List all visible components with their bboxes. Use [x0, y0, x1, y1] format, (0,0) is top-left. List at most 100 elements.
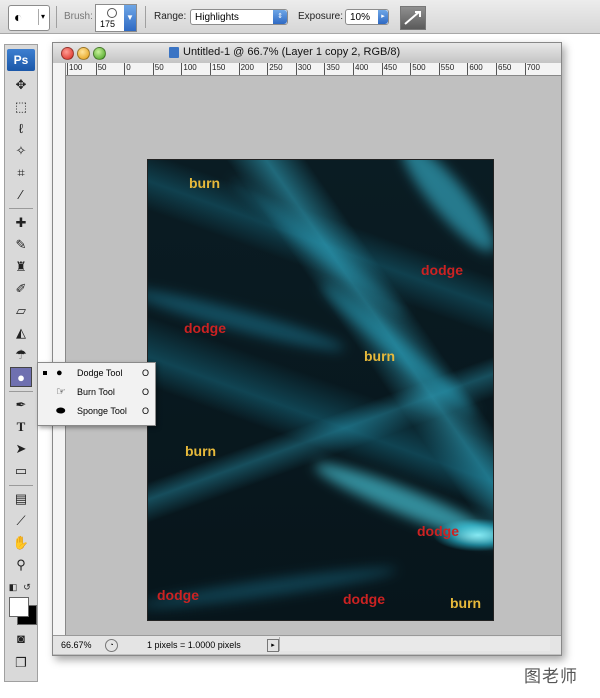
- type-tool-icon[interactable]: T: [10, 417, 32, 437]
- image-canvas[interactable]: burn dodge dodge burn burn dodge dodge d…: [147, 159, 494, 621]
- notes-tool-icon[interactable]: ▤: [10, 489, 32, 509]
- ruler-label: 100: [69, 63, 83, 72]
- move-tool-icon[interactable]: ✥: [10, 75, 32, 95]
- ruler-tick: [238, 63, 240, 75]
- foreground-color-swatch[interactable]: [9, 597, 29, 617]
- healing-brush-tool-icon[interactable]: ✚: [10, 213, 32, 233]
- range-label: Range:: [154, 11, 187, 22]
- flyout-item-sponge[interactable]: ⬬ Sponge Tool O: [38, 402, 155, 420]
- close-button[interactable]: [61, 47, 74, 60]
- exposure-value: 10%: [350, 12, 371, 23]
- eraser-tool-icon[interactable]: ▱: [10, 301, 32, 321]
- divider: [9, 485, 33, 486]
- clone-stamp-tool-icon[interactable]: ♜: [10, 257, 32, 277]
- pen-tool-icon[interactable]: ✒: [10, 395, 32, 415]
- canvas-label-dodge: dodge: [421, 262, 463, 278]
- minimize-button[interactable]: [77, 47, 90, 60]
- exposure-field[interactable]: 10% ▸: [345, 9, 389, 25]
- document-titlebar[interactable]: Untitled-1 @ 66.7% (Layer 1 copy 2, RGB/…: [53, 43, 561, 64]
- ruler-tick: [152, 63, 154, 75]
- paint-bucket-tool-icon[interactable]: ◭: [10, 323, 32, 343]
- crop-tool-icon[interactable]: ⌗: [10, 163, 32, 183]
- swap-colors-icon[interactable]: ↺: [21, 577, 33, 597]
- ruler-label: 50: [97, 63, 107, 72]
- canvas-label-dodge: dodge: [157, 587, 199, 603]
- hand-tool-icon[interactable]: ✋: [10, 533, 32, 553]
- ruler-label: 100: [183, 63, 197, 72]
- slice-tool-icon[interactable]: ⁄: [10, 185, 32, 205]
- default-colors-icon[interactable]: ◧: [7, 577, 19, 597]
- status-info: 1 pixels = 1.0000 pixels: [147, 640, 241, 650]
- flyout-item-label: Sponge Tool: [77, 406, 127, 416]
- ruler-tick: [67, 63, 68, 75]
- ruler-tick: [324, 63, 326, 75]
- ruler-label: 450: [383, 63, 397, 72]
- brush-tool-icon[interactable]: ✎: [10, 235, 32, 255]
- updown-icon: ⇕: [273, 10, 287, 24]
- chevron-down-icon: ▾: [38, 9, 47, 25]
- pasteboard: burn dodge dodge burn burn dodge dodge d…: [66, 76, 561, 635]
- ruler-label: 200: [240, 63, 254, 72]
- ruler-label: 650: [498, 63, 512, 72]
- document-title: Untitled-1 @ 66.7% (Layer 1 copy 2, RGB/…: [183, 46, 401, 58]
- dodge-tool-flyout-menu: ● Dodge Tool O ☞ Burn Tool O ⬬ Sponge To…: [37, 362, 156, 426]
- zoom-button[interactable]: [93, 47, 106, 60]
- divider: [9, 208, 33, 209]
- range-select[interactable]: Highlights ⇕: [190, 9, 288, 25]
- magic-wand-tool-icon[interactable]: ✧: [10, 141, 32, 161]
- ruler-tick: [496, 63, 497, 75]
- ruler-tick: [524, 63, 526, 75]
- photoshop-logo[interactable]: Ps: [7, 49, 35, 71]
- ruler-tick: [95, 63, 97, 75]
- ruler-tick: [295, 63, 297, 75]
- ruler-tick: [181, 63, 183, 75]
- flyout-item-dodge[interactable]: ● Dodge Tool O: [38, 364, 155, 382]
- flyout-item-label: Dodge Tool: [77, 368, 123, 378]
- ruler-tick: [467, 63, 469, 75]
- tool-preset-picker[interactable]: ◐ ▾: [8, 5, 50, 31]
- quick-mask-icon[interactable]: ◙: [10, 629, 32, 649]
- dodge-tool-icon[interactable]: ●: [10, 367, 32, 387]
- divider: [9, 391, 33, 392]
- blur-tool-icon[interactable]: ☂: [10, 345, 32, 365]
- horizontal-scrollbar[interactable]: [279, 637, 550, 651]
- screen-mode-icon[interactable]: ❐: [10, 653, 32, 673]
- ruler-label: 500: [412, 63, 426, 72]
- ruler-tick: [410, 63, 412, 75]
- ruler-label: 150: [212, 63, 226, 72]
- ruler-tick: [267, 63, 269, 75]
- ruler-tick: [210, 63, 211, 75]
- burn-icon: ☞: [56, 386, 66, 398]
- zoom-tool-icon[interactable]: ⚲: [10, 555, 32, 575]
- chevron-down-icon: ▼: [124, 5, 136, 31]
- flyout-item-label: Burn Tool: [77, 387, 115, 397]
- lasso-tool-icon[interactable]: ℓ: [10, 119, 32, 139]
- selected-bullet-icon: [43, 371, 47, 375]
- marquee-tool-icon[interactable]: ⬚: [10, 97, 32, 117]
- range-value: Highlights: [195, 12, 239, 23]
- flyout-item-burn[interactable]: ☞ Burn Tool O: [38, 383, 155, 401]
- ruler-label: 550: [440, 63, 455, 72]
- path-selection-tool-icon[interactable]: ➤: [10, 439, 32, 459]
- ruler-tick: [124, 63, 126, 75]
- chevron-right-icon: ▸: [378, 10, 388, 24]
- shape-tool-icon[interactable]: ▭: [10, 461, 32, 481]
- status-info-icon[interactable]: ◔: [105, 639, 118, 652]
- status-menu-arrow-icon[interactable]: ▸: [267, 639, 279, 652]
- ruler-label: 350: [326, 63, 340, 72]
- horizontal-ruler[interactable]: 100 50 0 50 100 150 200 250 300 350 400 450 500 550 60…: [65, 63, 561, 76]
- ruler-label: 300: [297, 63, 312, 72]
- eyedropper-tool-icon[interactable]: ⟋: [10, 511, 32, 531]
- brush-picker[interactable]: 175 ▼: [95, 4, 137, 32]
- watermark: 图老师: [524, 667, 578, 686]
- airbrush-toggle-button[interactable]: [400, 6, 426, 30]
- zoom-level[interactable]: 66.67%: [61, 636, 92, 654]
- history-brush-tool-icon[interactable]: ✐: [10, 279, 32, 299]
- ruler-label: 250: [269, 63, 283, 72]
- dodge-tool-icon: ◐: [14, 9, 23, 25]
- canvas-label-dodge: dodge: [184, 320, 226, 336]
- canvas-label-dodge: dodge: [343, 591, 385, 607]
- vertical-ruler[interactable]: [53, 63, 66, 635]
- airbrush-icon: [404, 11, 421, 25]
- ruler-label: 700: [526, 63, 540, 72]
